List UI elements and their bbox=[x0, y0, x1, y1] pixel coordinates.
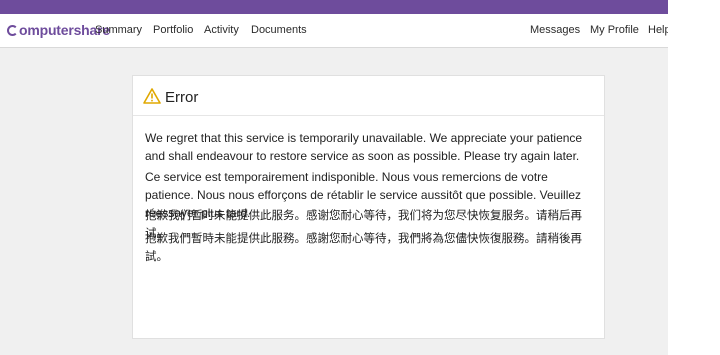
error-title: Error bbox=[165, 89, 199, 106]
error-message-english: We regret that this service is temporari… bbox=[145, 131, 583, 163]
window-right-margin bbox=[668, 0, 720, 355]
nav-item-summary[interactable]: Summary bbox=[95, 24, 142, 37]
error-card-header: Error bbox=[133, 76, 604, 116]
error-card: Error We regret that this service is tem… bbox=[132, 75, 605, 339]
brand-top-strip bbox=[0, 0, 668, 14]
nav-item-my-profile[interactable]: My Profile bbox=[590, 24, 639, 37]
error-message-traditional-chinese: 抱歉我們暫時未能提供此服務。感謝您耐心等待，我們將為您儘快恢復服務。請稍後再試。 bbox=[145, 231, 582, 263]
nav-item-activity[interactable]: Activity bbox=[204, 24, 239, 37]
logo-c-mark-icon bbox=[7, 25, 18, 36]
top-navigation-bar: omputershare Summary Portfolio Activity … bbox=[0, 14, 671, 48]
nav-item-messages[interactable]: Messages bbox=[530, 24, 580, 37]
nav-item-portfolio[interactable]: Portfolio bbox=[153, 24, 193, 37]
warning-triangle-icon bbox=[143, 88, 161, 104]
nav-item-documents[interactable]: Documents bbox=[251, 24, 307, 37]
